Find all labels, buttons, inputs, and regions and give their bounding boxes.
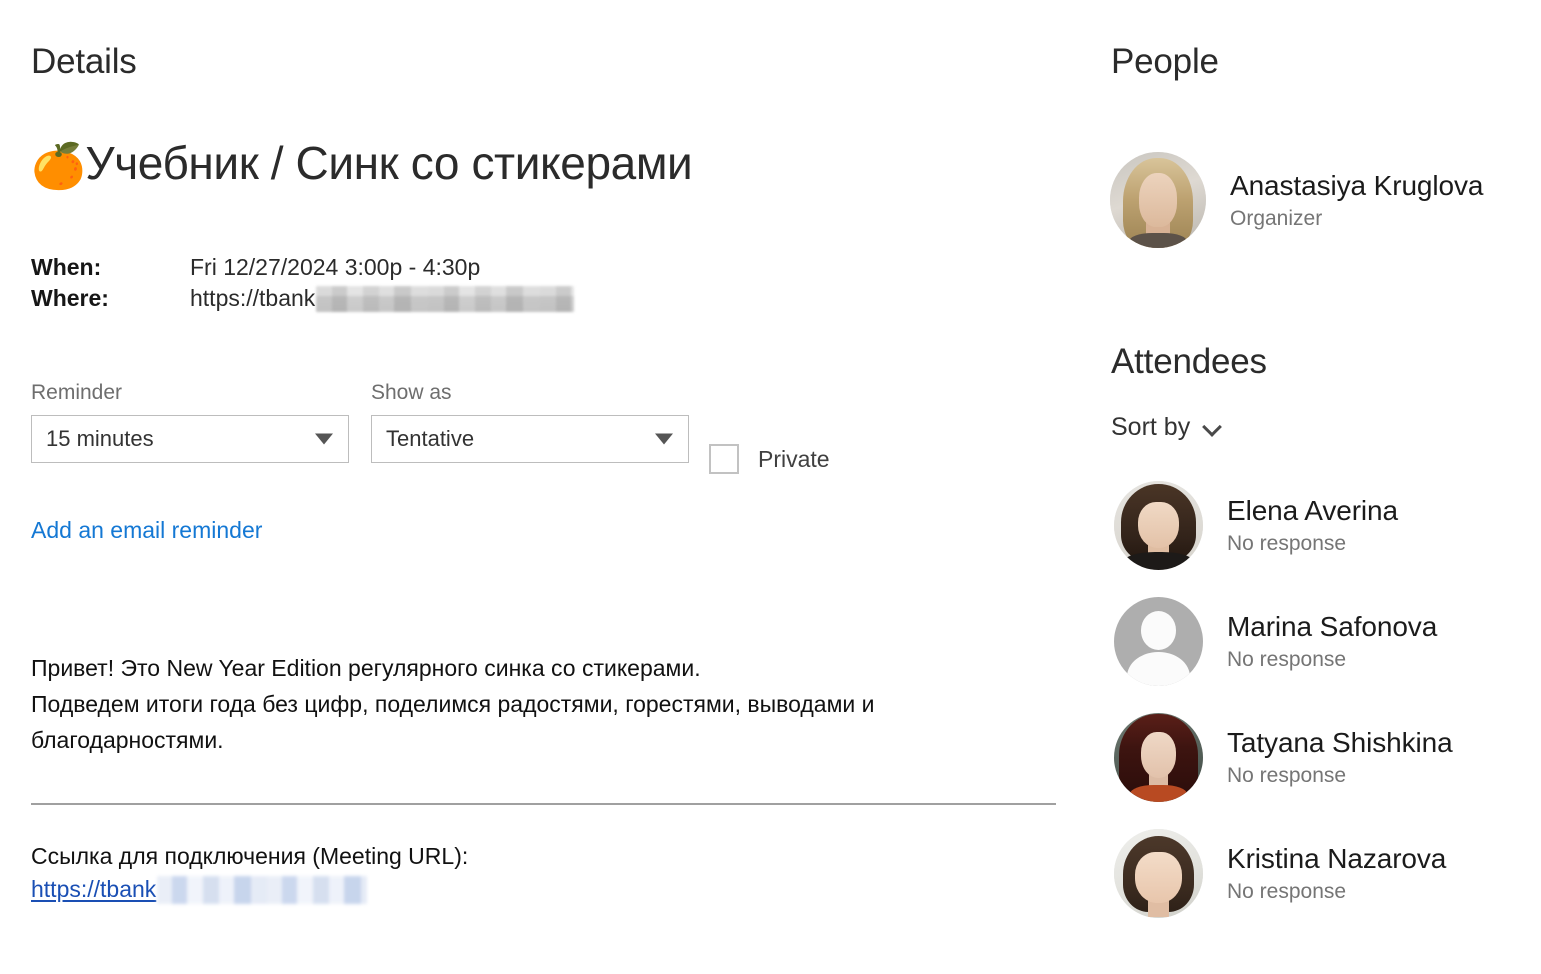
when-row: When: Fri 12/27/2024 3:00p - 4:30p <box>31 252 731 283</box>
when-where-block: When: Fri 12/27/2024 3:00p - 4:30p Where… <box>31 252 731 314</box>
attendee-status: No response <box>1227 763 1347 787</box>
where-value-group: https://tbank <box>190 283 575 314</box>
details-pane: Details 🍊Учебник / Синк со стикерами Whe… <box>0 0 1090 974</box>
person-placeholder-icon <box>1114 596 1203 686</box>
where-label: Where: <box>31 285 109 311</box>
reminder-selected-value: 15 minutes <box>46 426 154 451</box>
meeting-url-link[interactable]: https://tbank <box>31 873 368 906</box>
organizer-name: Anastasiya Kruglova <box>1230 169 1484 201</box>
add-email-reminder-link[interactable]: Add an email reminder <box>31 515 262 545</box>
attendee-status: No response <box>1227 647 1347 671</box>
attendee-name: Marina Safonova <box>1227 610 1438 642</box>
body-line-1: Привет! Это New Year Edition регулярного… <box>31 655 701 681</box>
meeting-url-block: Ссылка для подключения (Meeting URL): ht… <box>31 840 468 906</box>
attendee-row[interactable]: Kristina Nazarova No response <box>1114 815 1534 931</box>
body-line-3: благодарностями. <box>31 727 224 753</box>
avatar-elena-averina <box>1114 480 1203 570</box>
attendee-text: Tatyana Shishkina No response <box>1227 726 1453 789</box>
details-heading: Details <box>31 42 137 81</box>
chevron-down-icon <box>1203 418 1221 436</box>
event-title: 🍊Учебник / Синк со стикерами <box>31 134 693 196</box>
private-field-group: Private <box>709 435 830 483</box>
attendee-text: Marina Safonova No response <box>1227 610 1437 673</box>
sort-by-control[interactable]: Sort by <box>1111 412 1221 442</box>
people-heading: People <box>1111 42 1219 81</box>
organizer-role: Organizer <box>1230 206 1323 230</box>
horizontal-divider <box>31 803 1056 805</box>
attendee-name: Kristina Nazarova <box>1227 842 1447 874</box>
where-value: https://tbank <box>190 285 316 311</box>
chevron-down-icon <box>655 433 673 445</box>
where-value-redacted <box>316 285 575 312</box>
show-as-select[interactable]: Tentative <box>371 415 689 463</box>
when-label: When: <box>31 254 102 280</box>
attendee-name: Tatyana Shishkina <box>1227 726 1453 758</box>
attendee-status: No response <box>1227 879 1347 903</box>
attendee-list: Elena Averina No response Marina Safonov… <box>1114 467 1534 931</box>
show-as-label: Show as <box>371 381 452 404</box>
when-value: Fri 12/27/2024 3:00p - 4:30p <box>190 254 481 280</box>
event-body-text: Привет! Это New Year Edition регулярного… <box>31 650 1041 758</box>
private-checkbox[interactable] <box>709 444 739 474</box>
reminder-field-group: Reminder 15 minutes <box>31 380 349 463</box>
reminder-select[interactable]: 15 minutes <box>31 415 349 463</box>
show-as-selected-value: Tentative <box>386 426 475 451</box>
meeting-url-redacted <box>157 875 368 904</box>
meeting-url-text: https://tbank <box>31 876 157 902</box>
organizer-text: Anastasiya Kruglova Organizer <box>1230 169 1483 232</box>
attendee-status: No response <box>1227 531 1347 555</box>
avatar-tatyana-shishkina <box>1114 712 1203 802</box>
tangerine-emoji-icon: 🍊 <box>31 142 86 191</box>
sort-by-label: Sort by <box>1111 413 1191 441</box>
event-title-text: Учебник / Синк со стикерами <box>85 137 693 189</box>
organizer-row[interactable]: Anastasiya Kruglova Organizer <box>1110 152 1483 248</box>
attendee-row[interactable]: Elena Averina No response <box>1114 467 1534 583</box>
attendee-name: Elena Averina <box>1227 494 1398 526</box>
attendee-text: Kristina Nazarova No response <box>1227 842 1446 905</box>
private-label: Private <box>758 446 830 472</box>
attendee-row[interactable]: Marina Safonova No response <box>1114 583 1534 699</box>
body-line-2: Подведем итоги года без цифр, поделимся … <box>31 691 875 717</box>
attendee-text: Elena Averina No response <box>1227 494 1398 557</box>
avatar-anastasiya-kruglova <box>1110 152 1206 248</box>
reminder-label: Reminder <box>31 381 123 404</box>
chevron-down-icon <box>315 433 333 445</box>
avatar-kristina-nazarova <box>1114 828 1203 918</box>
where-row: Where: https://tbank <box>31 283 731 314</box>
show-as-field-group: Show as Tentative <box>371 380 689 463</box>
attendee-row[interactable]: Tatyana Shishkina No response <box>1114 699 1534 815</box>
attendees-heading: Attendees <box>1111 342 1267 381</box>
meeting-url-caption: Ссылка для подключения (Meeting URL): <box>31 843 469 869</box>
people-pane: People Anastasiya Kruglova Organizer Att… <box>1090 0 1541 974</box>
